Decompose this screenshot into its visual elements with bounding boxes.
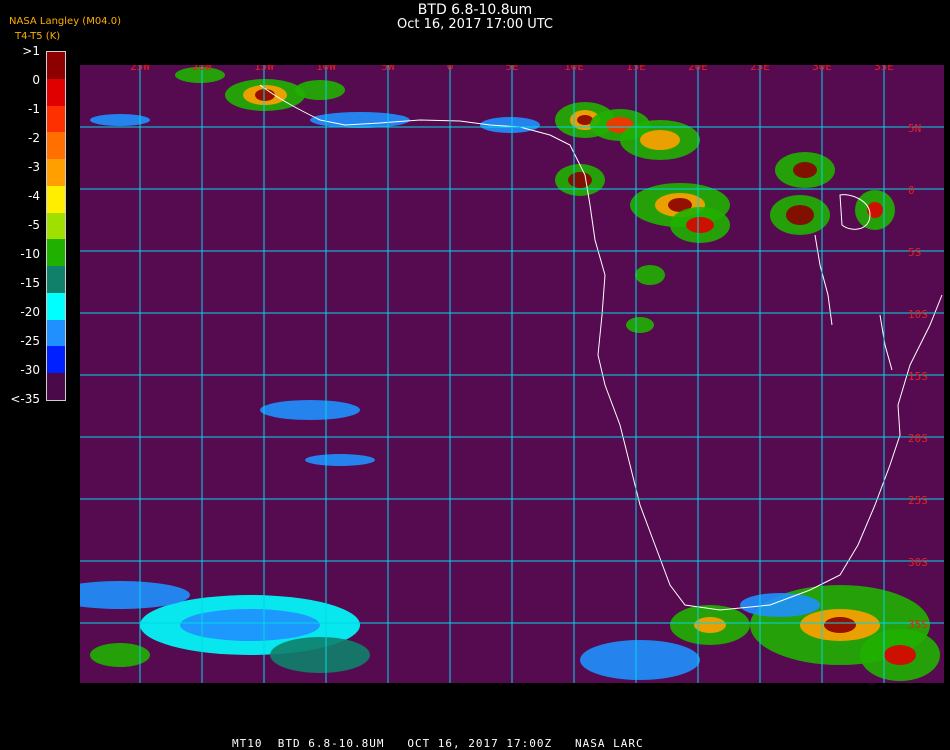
legend-swatch: [47, 132, 65, 160]
legend-swatch: [47, 373, 65, 400]
legend-swatch: [47, 185, 65, 213]
legend-label: -2: [28, 131, 40, 145]
lon-label: 0: [447, 65, 454, 73]
cloud-patch: [90, 114, 150, 126]
datetime: Oct 16, 2017 17:00 UTC: [397, 17, 553, 32]
lat-label: 35S: [908, 618, 928, 631]
legend-label: -30: [20, 363, 40, 377]
cloud-patch: [884, 645, 916, 665]
lon-label: 5W: [381, 65, 395, 73]
cloud-patch: [686, 217, 714, 233]
lon-label: 15E: [626, 65, 646, 73]
lat-label: 10S: [908, 308, 928, 321]
cloud-patch: [568, 172, 592, 188]
lon-label: 20W: [192, 65, 212, 73]
lon-label: 10W: [316, 65, 336, 73]
cloud-patch: [740, 593, 820, 617]
legend-swatch: [47, 105, 65, 133]
lon-label: 35E: [874, 65, 894, 73]
lat-label: 20S: [908, 432, 928, 445]
legend-label: -10: [20, 247, 40, 261]
lon-label: 10E: [564, 65, 584, 73]
title: BTD 6.8-10.8um: [417, 2, 533, 18]
legend-label: -4: [28, 189, 40, 203]
cloud-patch: [90, 643, 150, 667]
legend-label: 0: [32, 73, 40, 87]
cloud-patch: [640, 130, 680, 150]
legend-label: -15: [20, 276, 40, 290]
lon-label: 15W: [254, 65, 274, 73]
legend-label: >1: [22, 44, 40, 58]
cloud-patch: [310, 112, 410, 128]
lat-label: 5S: [908, 246, 921, 259]
legend-label: -5: [28, 218, 40, 232]
lon-label: 25E: [750, 65, 770, 73]
lat-label: 30S: [908, 556, 928, 569]
legend-swatch: [47, 346, 65, 374]
cloud-patch: [255, 89, 275, 101]
cloud-patch: [626, 317, 654, 333]
legend-swatch: [47, 266, 65, 293]
color-legend: [46, 51, 66, 401]
unit-label: T4-T5 (K): [15, 31, 61, 42]
cloud-patch: [295, 80, 345, 100]
cloud-patch: [793, 162, 817, 178]
legend-tick-labels: >1 0 -1 -2 -3 -4 -5 -10 -15 -20 -25 -30 <-35: [0, 44, 44, 406]
legend-label: -3: [28, 160, 40, 174]
org-label: NASA Langley (M04.0): [9, 16, 121, 27]
cloud-patch: [260, 400, 360, 420]
legend-swatch: [47, 52, 65, 79]
legend-swatch: [47, 239, 65, 267]
legend-swatch: [47, 78, 65, 106]
cloud-patch: [270, 637, 370, 673]
footer-caption: MT10 BTD 6.8-10.8UM OCT 16, 2017 17:00Z …: [232, 737, 644, 750]
legend-swatch: [47, 212, 65, 240]
legend-label: -1: [28, 102, 40, 116]
lon-label: 30E: [812, 65, 832, 73]
cloud-patch: [580, 640, 700, 680]
legend-label: -25: [20, 334, 40, 348]
lon-label: 25W: [130, 65, 150, 73]
lon-label: 5E: [505, 65, 518, 73]
lon-label: 20E: [688, 65, 708, 73]
cloud-patch: [824, 617, 856, 633]
cloud-patch: [635, 265, 665, 285]
cloud-patch: [180, 609, 320, 641]
cloud-patch: [305, 454, 375, 466]
lat-label: 0: [908, 184, 915, 197]
lat-label: 15S: [908, 370, 928, 383]
cloud-patch: [786, 205, 814, 225]
legend-label: <-35: [10, 392, 40, 406]
legend-label: -20: [20, 305, 40, 319]
lat-label: 5N: [908, 122, 921, 135]
legend-swatch: [47, 292, 65, 320]
legend-swatch: [47, 319, 65, 347]
satellite-map: 25W 20W 15W 10W 5W 0 5E 10E 15E 20E 25E 30E 35E 5N 0 5S…: [80, 65, 944, 683]
legend-swatch: [47, 159, 65, 186]
cloud-patch: [694, 617, 726, 633]
lat-label: 25S: [908, 494, 928, 507]
